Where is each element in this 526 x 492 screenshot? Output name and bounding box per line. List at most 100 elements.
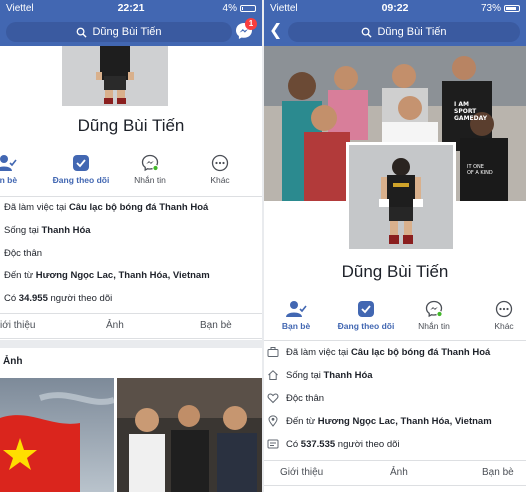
divider [264, 340, 526, 341]
profile-photo-image [62, 46, 168, 106]
profile-tabs: iới thiệu Ảnh Bạn bè [0, 313, 262, 339]
friends-icon [0, 155, 17, 171]
nav-bar: Dũng Bùi Tiến 1 [0, 17, 262, 46]
work-prefix: Đã làm việc tại [286, 347, 351, 358]
tab-about[interactable]: Giới thiệu [280, 467, 323, 478]
battery-icon [504, 4, 520, 12]
work-link[interactable]: Câu lạc bộ bóng đá Thanh Hoá [69, 202, 208, 213]
relationship-info: Độc thân [4, 248, 43, 259]
following-button[interactable]: Đang theo dõi [336, 300, 396, 331]
photos-heading: Ảnh [3, 356, 23, 367]
profile-picture[interactable] [62, 46, 168, 106]
profile-actions: Bạn bè Đang theo dõi Nhắn tin Khác [264, 300, 526, 342]
cover-text-3: GAMEDAY [454, 115, 488, 122]
work-info: Đã làm việc tại Câu lạc bộ bóng đá Thanh… [267, 347, 526, 358]
tab-photos[interactable]: Ảnh [106, 320, 124, 331]
followers-suffix: người theo dõi [47, 293, 113, 304]
friends-label: Bạn bè [281, 321, 311, 331]
right-phone-screen: Viettel 09:22 73% ❮ Dũng Bùi Tiến I AM S… [264, 0, 526, 492]
more-label: Khác [210, 175, 230, 185]
battery-percent: 73% [480, 3, 501, 14]
friends-label: ạn bè [0, 175, 18, 185]
following-button[interactable]: Đang theo dõi [51, 154, 111, 185]
tab-friends[interactable]: Bạn bè [482, 467, 514, 478]
photo-thumbnail-group[interactable] [117, 378, 262, 492]
followers-suffix: người theo dõi [335, 439, 400, 450]
followers-info: Có 537.535 người theo dõi [267, 439, 526, 450]
work-link[interactable]: Câu lạc bộ bóng đá Thanh Hoá [351, 347, 490, 358]
home-icon [268, 370, 278, 380]
messenger-icon [141, 154, 159, 172]
profile-actions: ạn bè Đang theo dõi Nhắn tin Khác [0, 154, 262, 196]
search-icon [77, 27, 88, 38]
followers-prefix: Có [4, 293, 19, 304]
notification-badge: 1 [245, 18, 257, 30]
lives-info: Sống tại Thanh Hóa [4, 225, 262, 236]
status-bar: Viettel 09:22 73% [264, 0, 526, 17]
followers-info: Có 34.955 người theo dõi [4, 293, 262, 304]
profile-photo-image [349, 145, 453, 249]
work-info: Đã làm việc tại Câu lạc bộ bóng đá Thanh… [4, 202, 262, 213]
battery-percent: 4% [222, 3, 237, 14]
following-label: Đang theo dõi [337, 321, 395, 331]
search-bar[interactable]: Dũng Bùi Tiến [6, 22, 232, 42]
cover-text-5: OF A KIND [467, 170, 493, 176]
battery-indicator: 73% [481, 3, 520, 14]
back-arrow-icon[interactable]: ❮ [269, 23, 282, 39]
more-label: Khác [494, 321, 514, 331]
tab-about[interactable]: iới thiệu [0, 320, 35, 331]
search-icon [362, 27, 373, 38]
search-bar[interactable]: Dũng Bùi Tiến [288, 22, 520, 42]
friends-button[interactable]: Bạn bè [266, 300, 326, 331]
hometown-link[interactable]: Hương Ngọc Lac, Thanh Hóa, Vietnam [36, 270, 210, 281]
profile-picture[interactable] [346, 142, 456, 252]
following-label: Đang theo dõi [52, 175, 110, 185]
followers-icon [267, 439, 279, 449]
relationship-text: Độc thân [286, 393, 325, 404]
message-button[interactable]: Nhắn tin [404, 300, 464, 331]
more-button[interactable]: Khác [190, 154, 250, 185]
lives-link[interactable]: Thanh Hóa [42, 225, 91, 236]
followers-count[interactable]: 537.535 [301, 439, 335, 450]
more-icon [495, 300, 513, 318]
more-button[interactable]: Khác [474, 300, 526, 331]
heart-icon [267, 393, 279, 404]
battery-indicator: 4% [223, 3, 256, 14]
group-photo-image [117, 378, 262, 492]
following-icon [73, 155, 89, 171]
battery-icon [240, 4, 256, 12]
hometown-info: Đến từ Hương Ngọc Lac, Thanh Hóa, Vietna… [268, 415, 526, 427]
lives-prefix: Sống tại [4, 225, 42, 236]
flag-photo-image [0, 378, 114, 492]
followers-prefix: Có [286, 439, 301, 450]
status-bar: Viettel 22:21 4% [0, 0, 262, 17]
friends-icon [286, 301, 307, 317]
lives-info: Sống tại Thanh Hóa [268, 370, 526, 381]
friends-button[interactable]: ạn bè [0, 154, 36, 185]
briefcase-icon [267, 347, 279, 357]
profile-name: Dũng Bùi Tiến [341, 262, 449, 281]
from-prefix: Đến từ [4, 270, 36, 281]
lives-link[interactable]: Thanh Hóa [324, 370, 373, 381]
tab-friends[interactable]: Bạn bè [200, 320, 232, 331]
hometown-link[interactable]: Hương Ngọc Lac, Thanh Hóa, Vietnam [318, 416, 492, 427]
cover-text-1: I AM [454, 101, 469, 108]
location-pin-icon [268, 415, 278, 427]
search-text: Dũng Bùi Tiến [92, 26, 162, 38]
messenger-icon [425, 300, 443, 318]
message-label: Nhắn tin [134, 175, 166, 185]
message-button[interactable]: Nhắn tin [120, 154, 180, 185]
hometown-info: Đến từ Hương Ngọc Lac, Thanh Hóa, Vietna… [4, 270, 262, 281]
profile-name: Dũng Bùi Tiến [77, 116, 185, 135]
more-icon [211, 154, 229, 172]
tab-photos[interactable]: Ảnh [390, 467, 408, 478]
photo-thumbnail-flag[interactable] [0, 378, 114, 492]
work-prefix: Đã làm việc tại [4, 202, 69, 213]
messenger-button[interactable]: 1 [234, 18, 257, 41]
followers-count[interactable]: 34.955 [19, 293, 48, 304]
profile-tabs: Giới thiệu Ảnh Bạn bè [264, 460, 526, 486]
nav-bar: ❮ Dũng Bùi Tiến [264, 17, 526, 46]
following-icon [358, 301, 374, 317]
search-text: Dũng Bùi Tiến [377, 26, 447, 38]
cover-text-2: SPORT [454, 108, 477, 115]
